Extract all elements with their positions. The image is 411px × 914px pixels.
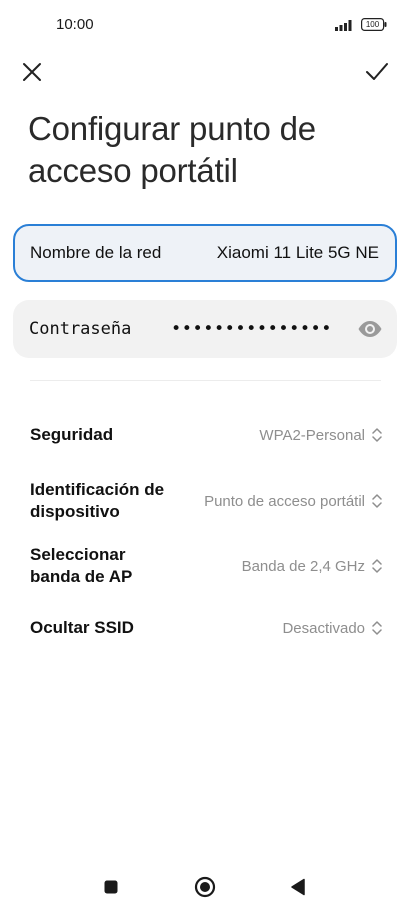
close-icon xyxy=(22,62,42,87)
navigation-bar xyxy=(0,868,411,908)
ap-band-row[interactable]: Seleccionar banda de AP Banda de 2,4 GHz xyxy=(30,544,383,588)
hide-ssid-row[interactable]: Ocultar SSID Desactivado xyxy=(30,617,383,639)
back-button[interactable] xyxy=(283,874,313,904)
password-field[interactable]: Contraseña ••••••••••••••• xyxy=(13,300,397,358)
confirm-button[interactable] xyxy=(349,56,389,92)
section-divider xyxy=(30,380,381,381)
status-indicators: 100 xyxy=(335,18,387,31)
battery-icon: 100 xyxy=(361,18,387,31)
checkmark-icon xyxy=(365,62,389,87)
page-title: Configurar punto de acceso portátil xyxy=(28,110,316,189)
security-row[interactable]: Seguridad WPA2-Personal xyxy=(30,424,383,446)
ap-band-label: Seleccionar banda de AP xyxy=(30,545,133,586)
home-button[interactable] xyxy=(190,874,220,904)
chevron-up-down-icon xyxy=(371,427,383,443)
network-name-label: Nombre de la red xyxy=(30,243,162,262)
battery-level: 100 xyxy=(365,20,380,29)
security-label: Seguridad xyxy=(30,425,114,444)
close-button[interactable] xyxy=(22,56,62,92)
hotspot-config-screen: 10:00 100 Configurar punto de acceso por… xyxy=(0,0,411,914)
action-bar xyxy=(0,52,411,92)
signal-icon xyxy=(335,19,355,31)
network-name-field[interactable]: Nombre de la red Xiaomi 11 Lite 5G NE xyxy=(13,224,397,282)
ap-band-value: Banda de 2,4 GHz xyxy=(241,557,365,575)
chevron-up-down-icon xyxy=(371,558,383,574)
circle-icon xyxy=(194,876,216,903)
status-time: 10:00 xyxy=(56,16,94,33)
device-id-value: Punto de acceso portátil xyxy=(204,492,365,510)
chevron-up-down-icon xyxy=(371,493,383,509)
hide-ssid-label: Ocultar SSID xyxy=(30,618,134,637)
status-bar: 10:00 100 xyxy=(0,0,411,52)
device-id-picker[interactable]: Punto de acceso portátil xyxy=(204,493,383,510)
recents-button[interactable] xyxy=(96,874,126,904)
network-name-value: Xiaomi 11 Lite 5G NE xyxy=(216,243,379,262)
square-icon xyxy=(103,879,119,900)
hide-ssid-value: Desactivado xyxy=(282,619,365,637)
device-id-label: Identificación de dispositivo xyxy=(30,480,165,521)
password-value: ••••••••••••••• xyxy=(171,319,333,339)
password-label: Contraseña xyxy=(29,319,132,339)
eye-icon[interactable] xyxy=(357,317,383,341)
device-id-row[interactable]: Identificación de dispositivo Punto de a… xyxy=(30,468,383,534)
ap-band-picker[interactable]: Banda de 2,4 GHz xyxy=(242,558,383,575)
hide-ssid-picker[interactable]: Desactivado xyxy=(282,620,383,637)
chevron-up-down-icon xyxy=(371,620,383,636)
security-picker[interactable]: WPA2-Personal xyxy=(259,427,383,444)
security-value: WPA2-Personal xyxy=(259,426,365,444)
triangle-back-icon xyxy=(290,878,306,901)
